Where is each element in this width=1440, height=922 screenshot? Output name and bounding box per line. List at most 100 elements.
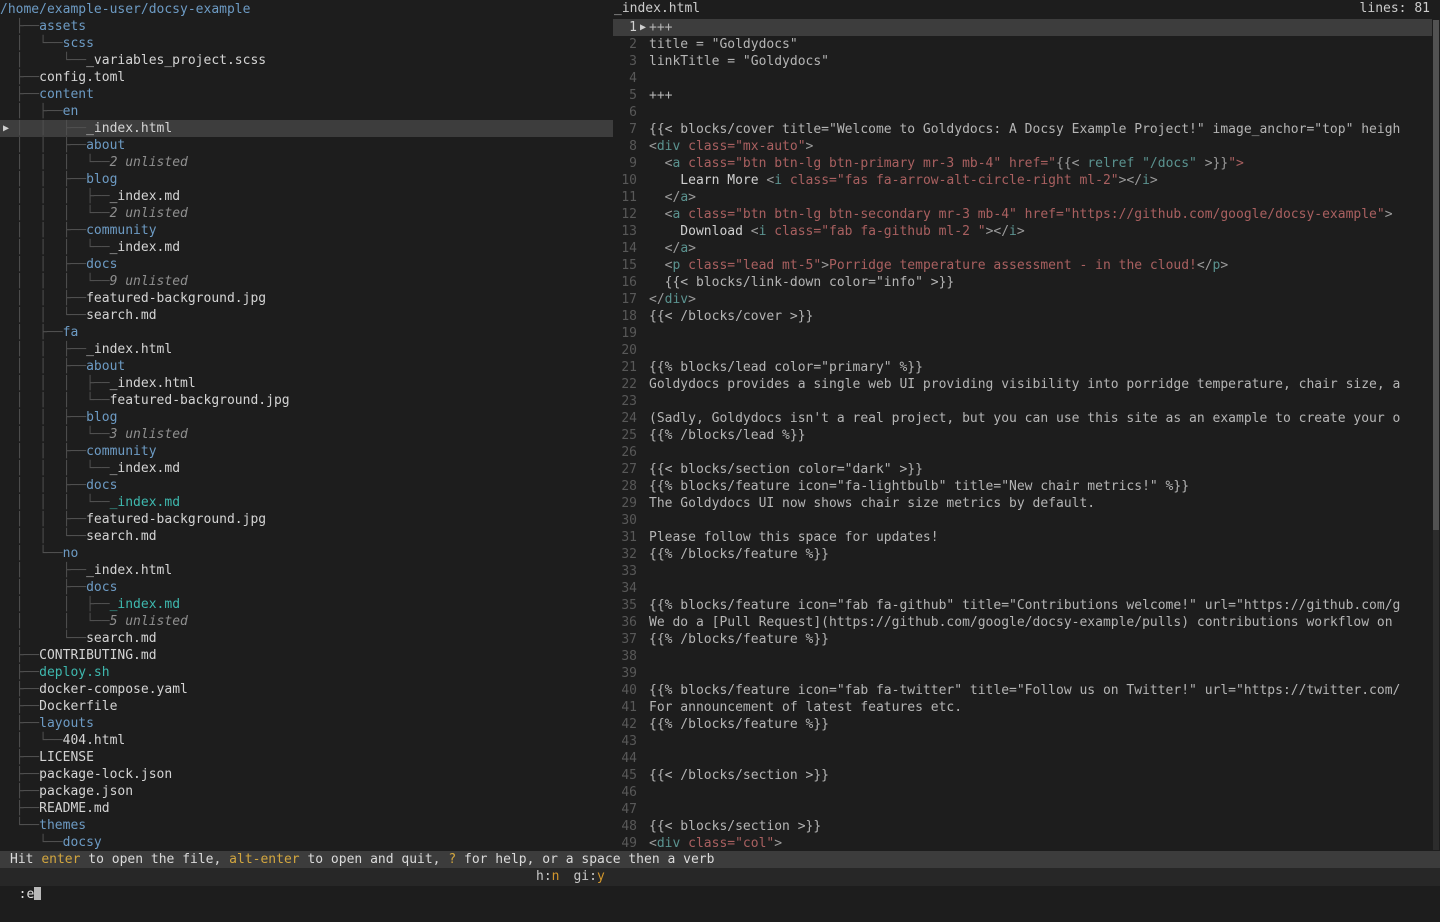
tree-row[interactable]: │ └──_variables_project.scss xyxy=(0,52,613,69)
code-line: 36We do a [Pull Request](https://github.… xyxy=(613,614,1432,631)
tree-row[interactable]: │ │ ├──community xyxy=(0,443,613,460)
tree-row[interactable]: │ └──404.html xyxy=(0,732,613,749)
tree-row[interactable]: │ ├──fa xyxy=(0,324,613,341)
code-text: Please follow this space for updates! xyxy=(649,529,939,546)
code-text: {{% blocks/feature icon="fab fa-twitter"… xyxy=(649,682,1400,699)
tree-entry-name: themes xyxy=(39,818,86,833)
code-line: 8<div class="mx-auto"> xyxy=(613,138,1432,155)
tree-row[interactable]: │ │ ├──_index.md xyxy=(0,596,613,613)
line-number: 46 xyxy=(613,784,637,801)
tree-row[interactable]: └──docsy xyxy=(0,834,613,851)
tree-row[interactable]: ├──package.json xyxy=(0,783,613,800)
tree-row[interactable]: │ │ └──search.md xyxy=(0,307,613,324)
tree-branch-lines: ├── xyxy=(0,648,39,663)
code-text: {{< /blocks/cover >}} xyxy=(649,308,813,325)
line-number: 11 xyxy=(613,189,637,206)
tree-row[interactable]: │ │ ├──about xyxy=(0,137,613,154)
line-number: 13 xyxy=(613,223,637,240)
line-number: 1 xyxy=(613,19,637,36)
tree-row[interactable]: ├──config.toml xyxy=(0,69,613,86)
code-line: 18{{< /blocks/cover >}} xyxy=(613,308,1432,325)
tree-row[interactable]: ├──assets xyxy=(0,18,613,35)
tree-branch-lines: └── xyxy=(0,818,39,833)
tree-entry-name: search.md xyxy=(86,308,156,323)
tree-row[interactable]: │ │ │ ├──_index.html xyxy=(0,375,613,392)
tree-row[interactable]: │ │ ├──about xyxy=(0,358,613,375)
tree-row-selected[interactable]: ▶ │ │ ├──_index.html xyxy=(0,120,613,137)
tree-entry-name: layouts xyxy=(39,716,94,731)
tree-row[interactable]: └──themes xyxy=(0,817,613,834)
tree-row[interactable]: │ │ ├──blog xyxy=(0,171,613,188)
line-marker-gap xyxy=(637,665,649,682)
tree-row[interactable]: │ ├──docs xyxy=(0,579,613,596)
tree-row[interactable]: ├──deploy.sh xyxy=(0,664,613,681)
tree-row[interactable]: │ └──no xyxy=(0,545,613,562)
line-number: 45 xyxy=(613,767,637,784)
line-marker-gap xyxy=(637,410,649,427)
tree-entry-name: _index.md xyxy=(110,495,180,510)
tree-row[interactable]: ├──content xyxy=(0,86,613,103)
tree-row[interactable]: │ │ │ └──3 unlisted xyxy=(0,426,613,443)
line-marker-gap xyxy=(637,461,649,478)
tree-row[interactable]: /home/example-user/docsy-example xyxy=(0,1,613,18)
preview-scrollbar[interactable] xyxy=(1433,20,1439,850)
line-marker-gap xyxy=(637,104,649,121)
line-marker-gap xyxy=(637,189,649,206)
tree-entry-name: package-lock.json xyxy=(39,767,172,782)
line-number: 8 xyxy=(613,138,637,155)
code-line: 25{{% /blocks/lead %}} xyxy=(613,427,1432,444)
tree-entry-name: no xyxy=(63,546,79,561)
tree-entry-name: about xyxy=(86,138,125,153)
tree-row[interactable]: │ │ └──5 unlisted xyxy=(0,613,613,630)
line-number: 29 xyxy=(613,495,637,512)
line-marker-gap xyxy=(637,648,649,665)
tree-row[interactable]: ├──LICENSE xyxy=(0,749,613,766)
tree-branch-lines: ├── xyxy=(0,767,39,782)
tree-row[interactable]: │ │ ├──community xyxy=(0,222,613,239)
tree-row[interactable]: │ ├──_index.html xyxy=(0,562,613,579)
line-marker-gap xyxy=(637,733,649,750)
line-number: 32 xyxy=(613,546,637,563)
code-line: 34 xyxy=(613,580,1432,597)
line-number: 39 xyxy=(613,665,637,682)
line-marker-gap xyxy=(637,495,649,512)
tree-branch-lines: ├── xyxy=(0,750,39,765)
tree-row[interactable]: │ │ ├──featured-background.jpg xyxy=(0,290,613,307)
tree-row[interactable]: │ │ │ └──_index.md xyxy=(0,460,613,477)
tree-row[interactable]: ├──docker-compose.yaml xyxy=(0,681,613,698)
tree-row[interactable]: │ │ │ └──_index.md xyxy=(0,494,613,511)
input-bar[interactable]: :e h:ngi:y xyxy=(0,868,1440,886)
code-text: <a class="btn btn-lg btn-secondary mr-3 … xyxy=(649,206,1393,223)
tree-row[interactable]: │ └──search.md xyxy=(0,630,613,647)
tree-row[interactable]: │ │ └──search.md xyxy=(0,528,613,545)
line-marker-gap xyxy=(637,546,649,563)
tree-entry-name: _index.html xyxy=(110,376,196,391)
tree-row[interactable]: │ ├──en xyxy=(0,103,613,120)
scrollbar-thumb[interactable] xyxy=(1433,20,1439,530)
tree-row[interactable]: │ │ ├──docs xyxy=(0,256,613,273)
tree-row[interactable]: │ │ │ └──featured-background.jpg xyxy=(0,392,613,409)
tree-row[interactable]: │ │ │ └──2 unlisted xyxy=(0,154,613,171)
tree-row[interactable]: │ │ ├──_index.html xyxy=(0,341,613,358)
tree-row[interactable]: │ │ │ └──9 unlisted xyxy=(0,273,613,290)
code-line: 24(Sadly, Goldydocs isn't a real project… xyxy=(613,410,1432,427)
tree-row[interactable]: ├──package-lock.json xyxy=(0,766,613,783)
tree-row[interactable]: │ │ │ ├──_index.md xyxy=(0,188,613,205)
tree-row[interactable]: ├──Dockerfile xyxy=(0,698,613,715)
code-line: 2title = "Goldydocs" xyxy=(613,36,1432,53)
line-marker-gap xyxy=(637,308,649,325)
code-text: <div class="col"> xyxy=(649,835,782,852)
line-marker-gap xyxy=(637,597,649,614)
tree-row[interactable]: │ └──scss xyxy=(0,35,613,52)
tree-row[interactable]: │ │ │ └──2 unlisted xyxy=(0,205,613,222)
tree-row[interactable]: ├──CONTRIBUTING.md xyxy=(0,647,613,664)
tree-row[interactable]: ├──layouts xyxy=(0,715,613,732)
tree-row[interactable]: ├──README.md xyxy=(0,800,613,817)
status-text: to open the file, xyxy=(80,852,229,867)
tree-entry-name: about xyxy=(86,359,125,374)
tree-row[interactable]: │ │ ├──blog xyxy=(0,409,613,426)
tree-row[interactable]: │ │ ├──docs xyxy=(0,477,613,494)
tree-row[interactable]: │ │ ├──featured-background.jpg xyxy=(0,511,613,528)
line-marker-gap xyxy=(637,835,649,852)
tree-row[interactable]: │ │ │ └──_index.md xyxy=(0,239,613,256)
